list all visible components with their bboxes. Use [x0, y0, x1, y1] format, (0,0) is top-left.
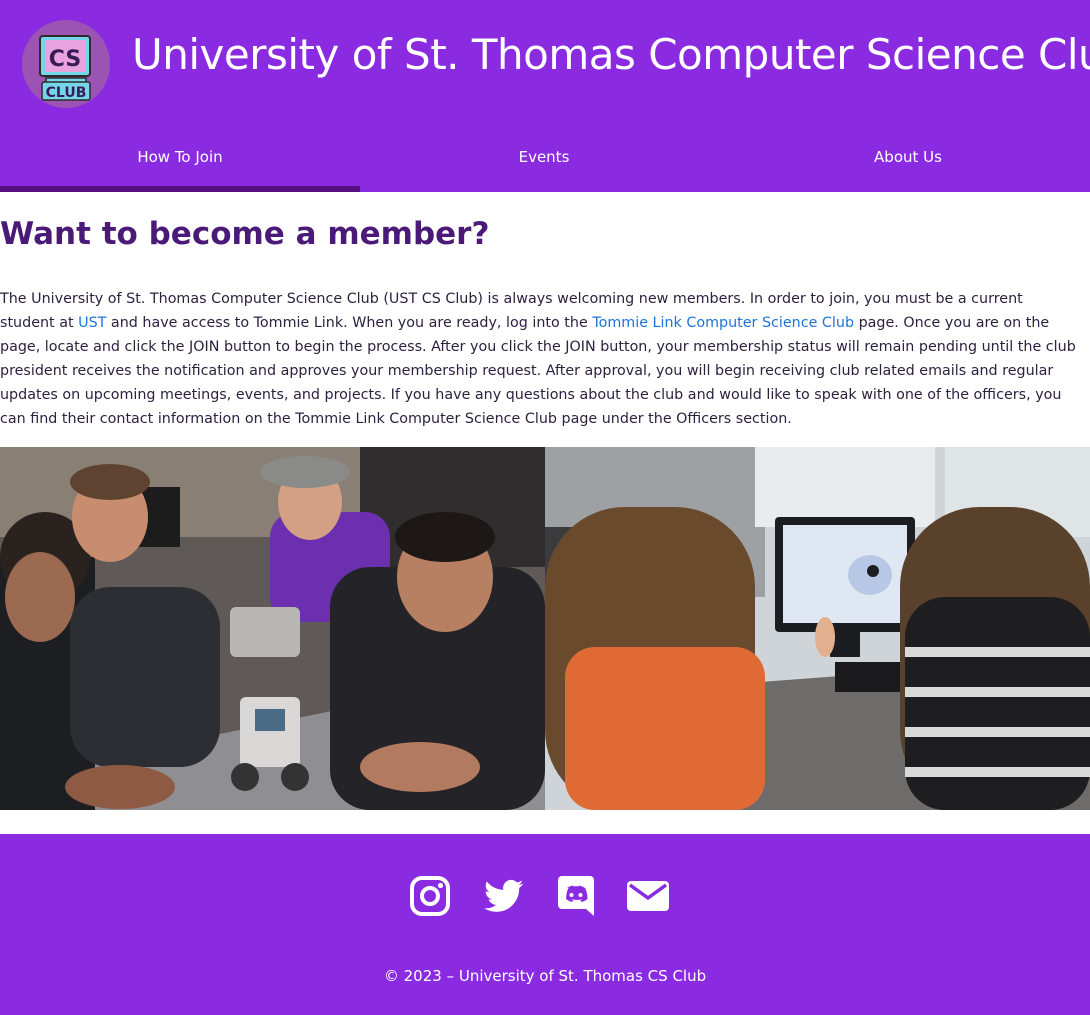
paragraph-text-2: and have access to Tommie Link. When you…: [106, 315, 593, 331]
tab-how-to-join[interactable]: How To Join: [0, 135, 360, 192]
site-header: CS CLUB University of St. Thomas Compute…: [0, 0, 1090, 192]
membership-paragraph: The University of St. Thomas Computer Sc…: [0, 287, 1076, 431]
main-nav: How To Join Events About Us: [0, 135, 1090, 192]
logo-club-text: CLUB: [46, 85, 87, 101]
club-logo[interactable]: CS CLUB: [22, 20, 110, 108]
cs-club-logo-icon: CS CLUB: [22, 20, 110, 108]
instagram-icon[interactable]: [410, 876, 450, 916]
email-icon[interactable]: [627, 876, 669, 916]
paragraph-text-3: page. Once you are on the page, locate a…: [0, 315, 1076, 427]
twitter-icon[interactable]: [483, 876, 525, 916]
copyright-text: © 2023 – University of St. Thomas CS Clu…: [383, 967, 707, 985]
site-footer: © 2023 – University of St. Thomas CS Clu…: [0, 834, 1090, 1015]
robotics-photo: [0, 447, 545, 810]
site-title: University of St. Thomas Computer Scienc…: [132, 30, 1090, 79]
discord-icon[interactable]: [558, 876, 594, 916]
lab-photo: [545, 447, 1090, 810]
tommie-link-cs-club-link[interactable]: Tommie Link Computer Science Club: [592, 315, 854, 331]
ust-link[interactable]: UST: [78, 315, 106, 331]
tab-about-us[interactable]: About Us: [728, 135, 1088, 192]
photo-row: [0, 447, 1090, 810]
tab-events[interactable]: Events: [364, 135, 724, 192]
page-heading: Want to become a member?: [0, 216, 490, 252]
logo-cs-text: CS: [49, 47, 81, 72]
